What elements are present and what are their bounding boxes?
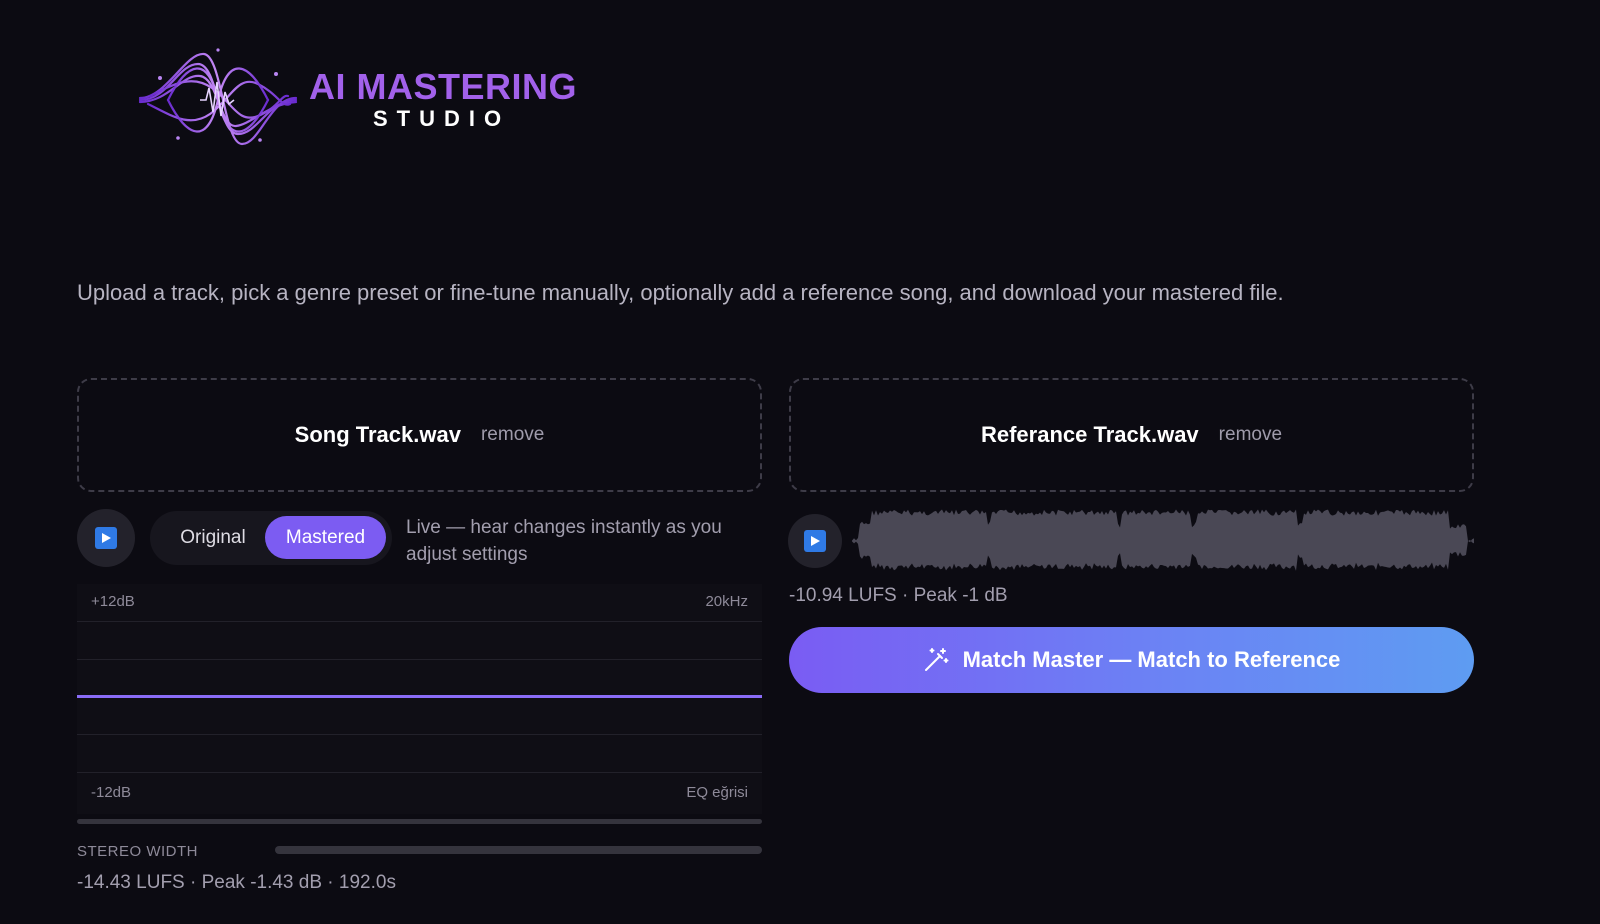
- play-icon: [804, 530, 826, 552]
- eq-bottom-right-label: EQ eğrisi: [686, 784, 748, 801]
- live-preview-note: Live — hear changes instantly as you adj…: [406, 517, 722, 565]
- toggle-original[interactable]: Original: [158, 516, 268, 559]
- brand-logo: AI MASTERING STUDIO: [138, 44, 578, 156]
- song-loudness-stats: -14.43 LUFS · Peak -1.43 dB · 192.0s: [77, 872, 396, 893]
- reference-remove-link[interactable]: remove: [1219, 424, 1282, 446]
- eq-gridline: [77, 621, 762, 622]
- reference-filename: Referance Track.wav: [980, 422, 1199, 447]
- eq-top-right-label: 20kHz: [705, 593, 748, 610]
- stereo-width-label: STEREO WIDTH: [77, 843, 198, 860]
- song-filename: Song Track.wav: [294, 422, 461, 447]
- eq-scrollbar[interactable]: [77, 819, 762, 824]
- stereo-width-slider[interactable]: [275, 846, 762, 854]
- reference-play-button[interactable]: [788, 514, 842, 568]
- original-mastered-toggle: Original Mastered: [150, 511, 392, 565]
- page: AI MASTERING STUDIO Upload a track, pick…: [0, 0, 1600, 924]
- song-remove-link[interactable]: remove: [481, 424, 544, 446]
- reference-loudness-stats: -10.94 LUFS · Peak -1 dB: [789, 585, 1008, 606]
- reference-upload-dropzone[interactable]: Referance Track.wav remove: [789, 378, 1474, 492]
- eq-curve-line: [77, 695, 762, 698]
- soundwave-logo-icon: [138, 48, 298, 146]
- reference-waveform[interactable]: [852, 506, 1474, 576]
- magic-wand-icon: [924, 648, 949, 671]
- eq-top-left-label: +12dB: [91, 593, 135, 610]
- match-master-label: Match Master — Match to Reference: [962, 647, 1341, 672]
- intro-text: Upload a track, pick a genre preset or f…: [77, 280, 1284, 305]
- song-upload-dropzone[interactable]: Song Track.wav remove: [77, 378, 762, 492]
- eq-gridline: [77, 772, 762, 773]
- eq-gridline: [77, 659, 762, 660]
- brand-subtitle: STUDIO: [373, 106, 511, 131]
- toggle-mastered[interactable]: Mastered: [265, 516, 386, 559]
- eq-bottom-left-label: -12dB: [91, 784, 132, 801]
- waveform-shape: [852, 509, 1474, 571]
- song-play-button[interactable]: [77, 509, 135, 567]
- play-icon: [95, 527, 117, 549]
- brand-title: AI MASTERING: [309, 66, 578, 107]
- match-master-button[interactable]: Match Master — Match to Reference: [789, 627, 1474, 693]
- eq-curve-graph[interactable]: +12dB 20kHz -12dB EQ eğrisi: [77, 584, 762, 814]
- eq-gridline: [77, 734, 762, 735]
